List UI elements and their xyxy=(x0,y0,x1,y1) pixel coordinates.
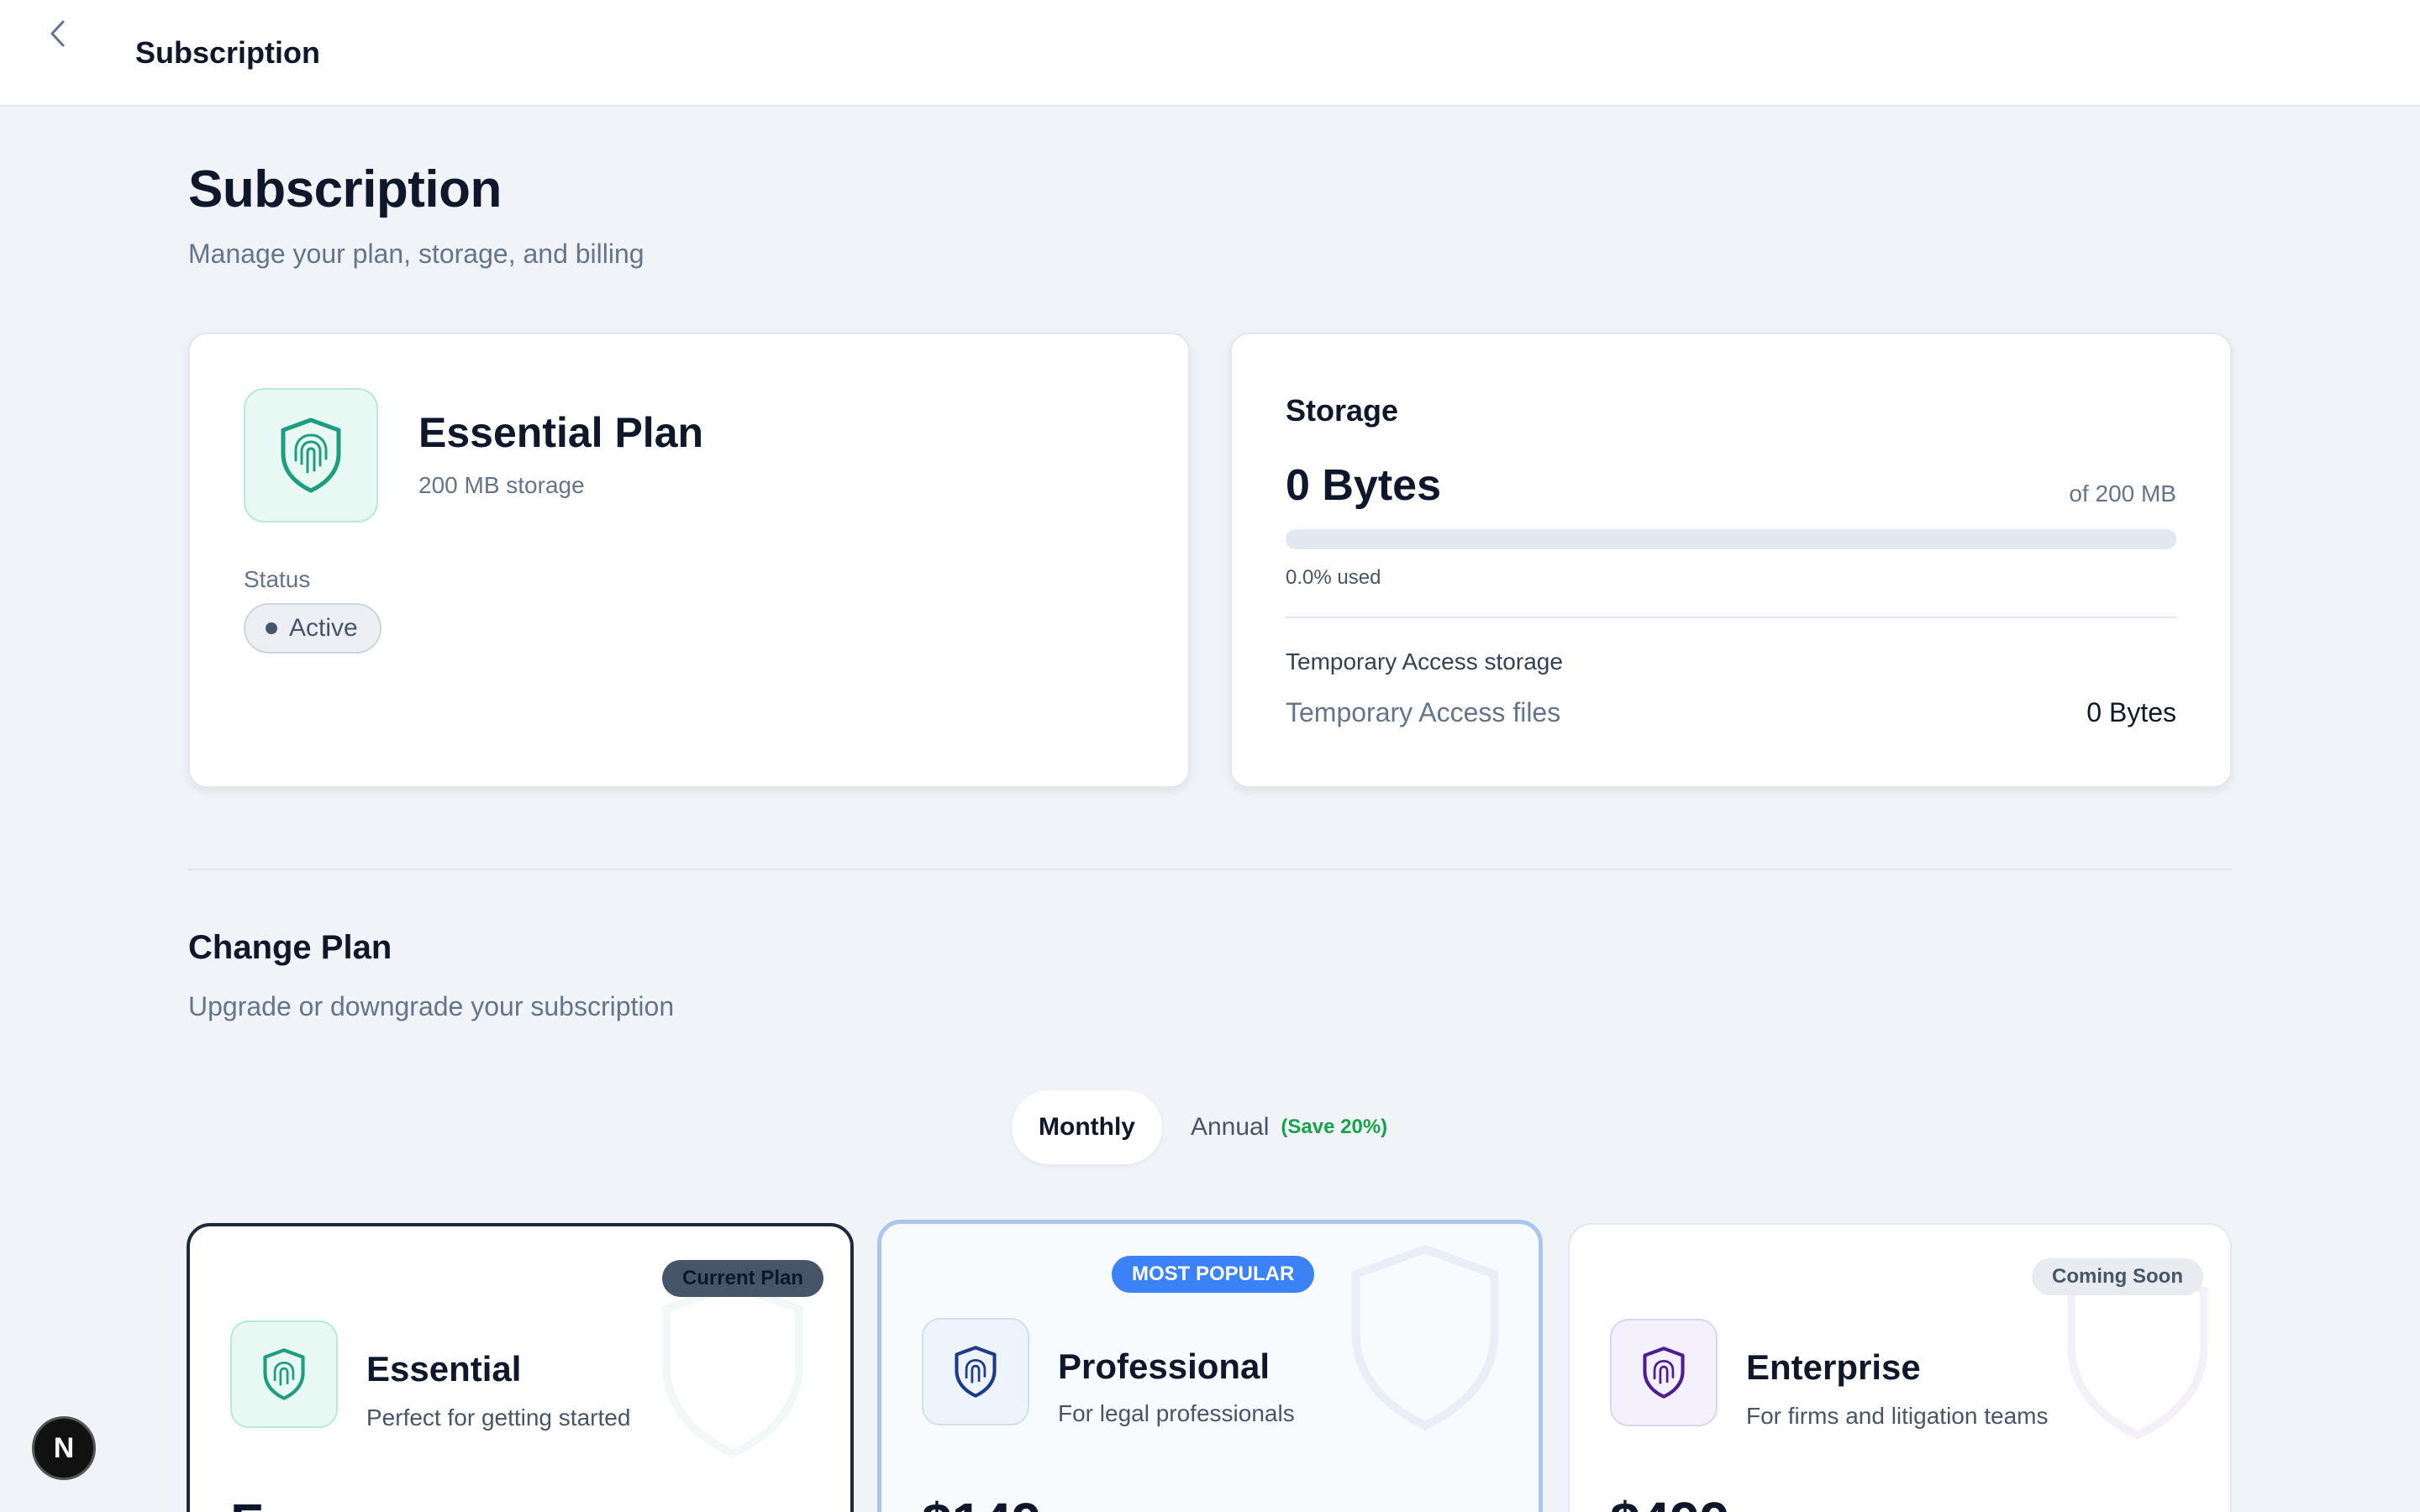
shield-fingerprint-icon xyxy=(1643,1347,1685,1399)
page-subtitle: Manage your plan, storage, and billing xyxy=(188,239,644,269)
shield-watermark-icon xyxy=(662,1280,803,1458)
storage-divider xyxy=(1286,617,2176,618)
plan-name: Essential Plan xyxy=(418,409,704,456)
status-value: Active xyxy=(289,614,358,642)
temp-storage-label: Temporary Access storage xyxy=(1286,648,1563,675)
storage-title: Storage xyxy=(1286,393,1399,428)
page-title: Subscription xyxy=(188,160,502,218)
temp-files-label: Temporary Access files xyxy=(1286,697,1561,727)
plan-storage: 200 MB storage xyxy=(418,472,585,498)
tier-description: For legal professionals xyxy=(1058,1400,1295,1426)
chevron-left-icon xyxy=(50,20,65,47)
change-plan-subtitle: Upgrade or downgrade your subscription xyxy=(188,991,675,1021)
tier-name: Enterprise xyxy=(1746,1347,1921,1387)
storage-percent: 0.0% used xyxy=(1286,566,1381,589)
toggle-monthly[interactable]: Monthly xyxy=(1012,1090,1162,1164)
tier-card-professional[interactable]: MOST POPULAR Professional For legal prof… xyxy=(877,1220,1543,1512)
annual-save-tag: (Save 20%) xyxy=(1281,1116,1388,1138)
most-popular-badge: MOST POPULAR xyxy=(1112,1256,1315,1293)
section-divider xyxy=(188,869,2232,870)
tier-icon-tile xyxy=(230,1320,338,1428)
current-plan-badge-label: Current Plan xyxy=(681,1267,803,1289)
storage-used: 0 Bytes xyxy=(1286,461,1441,510)
shield-watermark-icon xyxy=(1351,1244,1499,1431)
shield-fingerprint-icon xyxy=(955,1346,997,1398)
dev-tools-button[interactable]: N xyxy=(32,1416,96,1480)
toggle-annual[interactable]: Annual (Save 20%) xyxy=(1191,1113,1387,1142)
back-button[interactable] xyxy=(42,15,72,52)
shield-fingerprint-icon xyxy=(263,1348,305,1400)
storage-total: of 200 MB xyxy=(2069,480,2176,507)
toggle-annual-label: Annual xyxy=(1190,1113,1270,1141)
tier-description: For firms and litigation teams xyxy=(1746,1403,2049,1429)
tier-name: Professional xyxy=(1058,1347,1270,1386)
tier-card-enterprise[interactable]: Coming Soon Enterprise For firms and lit… xyxy=(1568,1223,2232,1512)
tier-icon-tile xyxy=(922,1318,1029,1425)
tier-name: Essential xyxy=(366,1349,522,1389)
tier-price: $499 xyxy=(1610,1490,1729,1512)
topbar-title: Subscription xyxy=(135,35,321,70)
shield-fingerprint-icon xyxy=(281,417,341,493)
storage-progress-bar xyxy=(1286,529,2176,549)
status-label: Status xyxy=(244,566,311,592)
temp-files-value: 0 Bytes xyxy=(2086,697,2176,727)
tier-description: Perfect for getting started xyxy=(366,1404,631,1431)
status-badge: Active xyxy=(244,603,381,654)
current-plan-badge: Current Plan xyxy=(661,1260,823,1297)
storage-card: Storage 0 Bytes of 200 MB 0.0% used Temp… xyxy=(1230,333,2232,788)
status-dot xyxy=(266,622,277,634)
plan-icon-tile xyxy=(244,388,378,522)
coming-soon-badge: Coming Soon xyxy=(2032,1258,2203,1295)
tier-card-essential[interactable]: Current Plan Essential Perfect for getti… xyxy=(187,1223,854,1512)
change-plan-title: Change Plan xyxy=(188,929,392,966)
tier-price: $149 xyxy=(922,1491,1041,1512)
billing-toggle: Monthly Annual (Save 20%) xyxy=(1012,1090,1387,1164)
top-bar: Subscription xyxy=(0,0,2420,107)
tier-icon-tile xyxy=(1610,1319,1718,1426)
tier-price: F xyxy=(230,1492,263,1512)
current-plan-card: Essential Plan 200 MB storage Status Act… xyxy=(188,333,1190,788)
